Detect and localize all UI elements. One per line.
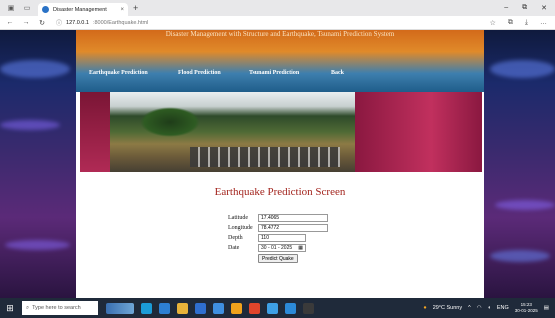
depth-row: Depth: [228, 233, 338, 243]
language-indicator[interactable]: ENG: [497, 305, 509, 311]
page-heading: Earthquake Prediction Screen: [214, 186, 346, 198]
palm-tree: [140, 107, 200, 137]
longitude-label: Longitude: [228, 225, 253, 231]
url-path: :8000/Earthquake.html: [92, 19, 149, 26]
collections-icon[interactable]: ⧉: [508, 19, 513, 27]
tab-actions-icon[interactable]: ▭: [22, 3, 32, 13]
banner-left-strip: [80, 92, 110, 172]
reload-icon[interactable]: ↻: [36, 19, 48, 27]
depth-label: Depth: [228, 235, 243, 241]
close-tab-icon[interactable]: ×: [120, 7, 124, 13]
edge-icon[interactable]: [141, 302, 152, 314]
date-input[interactable]: 30 - 01 - 2025 ▦: [258, 244, 306, 252]
system-tray: ● 29°C Sunny ^ ◠ ◖ ENG 15:23 30-01-2025 …: [423, 302, 549, 314]
predict-quake-button[interactable]: Predict Quake: [258, 254, 298, 263]
banner-right-panel: [355, 92, 482, 172]
menu-tsunami-prediction[interactable]: Tsunami Prediction: [249, 70, 299, 76]
menu-earthquake-prediction[interactable]: Earthquake Prediction: [89, 70, 148, 76]
favorite-star-icon[interactable]: ☆: [490, 19, 496, 27]
search-icon: ⌕: [26, 304, 30, 311]
window-menu-icon[interactable]: ▣: [6, 3, 16, 13]
sun-icon: ●: [423, 305, 427, 311]
background-glow: [5, 240, 70, 250]
info-icon[interactable]: ⓘ: [56, 18, 62, 27]
taskbar-apps: [106, 302, 314, 314]
new-tab-button[interactable]: +: [133, 3, 138, 13]
earthquake-form: Latitude Longitude Depth Date 30 - 01 - …: [228, 213, 338, 263]
minimize-button[interactable]: –: [504, 4, 508, 12]
background-glow: [0, 60, 70, 78]
windows-taskbar: ⊞ ⌕ Type here to search ● 29°C Sunny ^ ◠…: [0, 298, 555, 318]
latitude-row: Latitude: [228, 213, 338, 223]
browser-window: ▣ ▭ Disaster Management × + – ⧉ ✕ ← → ↻ …: [0, 0, 555, 298]
terminal-icon[interactable]: [303, 302, 314, 314]
site-header: [76, 30, 484, 92]
back-arrow-icon[interactable]: ←: [4, 19, 16, 26]
debris-rubble: [190, 147, 340, 167]
tray-chevron-icon[interactable]: ^: [468, 305, 471, 311]
longitude-row: Longitude: [228, 223, 338, 233]
windows-start-icon[interactable]: ⊞: [0, 298, 20, 318]
banner-image: [80, 92, 482, 172]
address-bar[interactable]: ⓘ 127.0.0.1:8000/Earthquake.html: [56, 18, 490, 28]
address-bar-row: ← → ↻ ⓘ 127.0.0.1:8000/Earthquake.html ☆…: [0, 16, 555, 30]
forward-arrow-icon[interactable]: →: [20, 19, 32, 26]
app-icon-blue[interactable]: [267, 302, 278, 314]
maximize-button[interactable]: ⧉: [522, 4, 527, 12]
menu-flood-prediction[interactable]: Flood Prediction: [178, 70, 221, 76]
depth-input[interactable]: [258, 234, 306, 242]
date-label: Date: [228, 245, 240, 251]
tab-bar: ▣ ▭ Disaster Management × + – ⧉ ✕: [0, 0, 555, 16]
search-placeholder: Type here to search: [32, 305, 81, 311]
weather-text[interactable]: 29°C Sunny: [433, 305, 462, 311]
downloads-icon[interactable]: ⤓: [525, 19, 528, 27]
volume-icon[interactable]: ◖: [488, 305, 491, 311]
longitude-input[interactable]: [258, 224, 328, 232]
latitude-label: Latitude: [228, 215, 248, 221]
notifications-icon[interactable]: ▤: [544, 305, 549, 311]
task-view-icon[interactable]: [159, 302, 170, 314]
app-icon-red[interactable]: [249, 302, 260, 314]
url-host: 127.0.0.1: [66, 19, 89, 26]
tab-disaster-management[interactable]: Disaster Management ×: [38, 3, 128, 16]
store-icon[interactable]: [195, 302, 206, 314]
latitude-input[interactable]: [258, 214, 328, 222]
background-glow: [490, 250, 550, 262]
file-explorer-icon[interactable]: [177, 302, 188, 314]
network-icon[interactable]: ◠: [477, 305, 482, 311]
clock[interactable]: 15:23 30-01-2025: [515, 302, 538, 314]
menu-back[interactable]: Back: [331, 70, 344, 76]
chrome-icon[interactable]: [231, 302, 242, 314]
mail-icon[interactable]: [213, 302, 224, 314]
clock-date: 30-01-2025: [514, 308, 538, 313]
taskbar-search[interactable]: ⌕ Type here to search: [22, 301, 98, 315]
close-window-button[interactable]: ✕: [541, 4, 547, 12]
tab-title: Disaster Management: [53, 6, 107, 13]
globe-icon: [42, 6, 49, 13]
background-glow: [0, 120, 60, 130]
calendar-icon[interactable]: ▦: [298, 245, 303, 251]
date-value: 30 - 01 - 2025: [261, 245, 293, 251]
site-title: Disaster Management with Structure and E…: [165, 30, 395, 38]
date-row: Date 30 - 01 - 2025 ▦: [228, 243, 338, 253]
news-widget-icon[interactable]: [106, 302, 134, 314]
more-icon[interactable]: …: [540, 19, 547, 27]
background-glow: [490, 60, 555, 78]
background-glow: [495, 200, 555, 210]
vscode-icon[interactable]: [285, 302, 296, 314]
